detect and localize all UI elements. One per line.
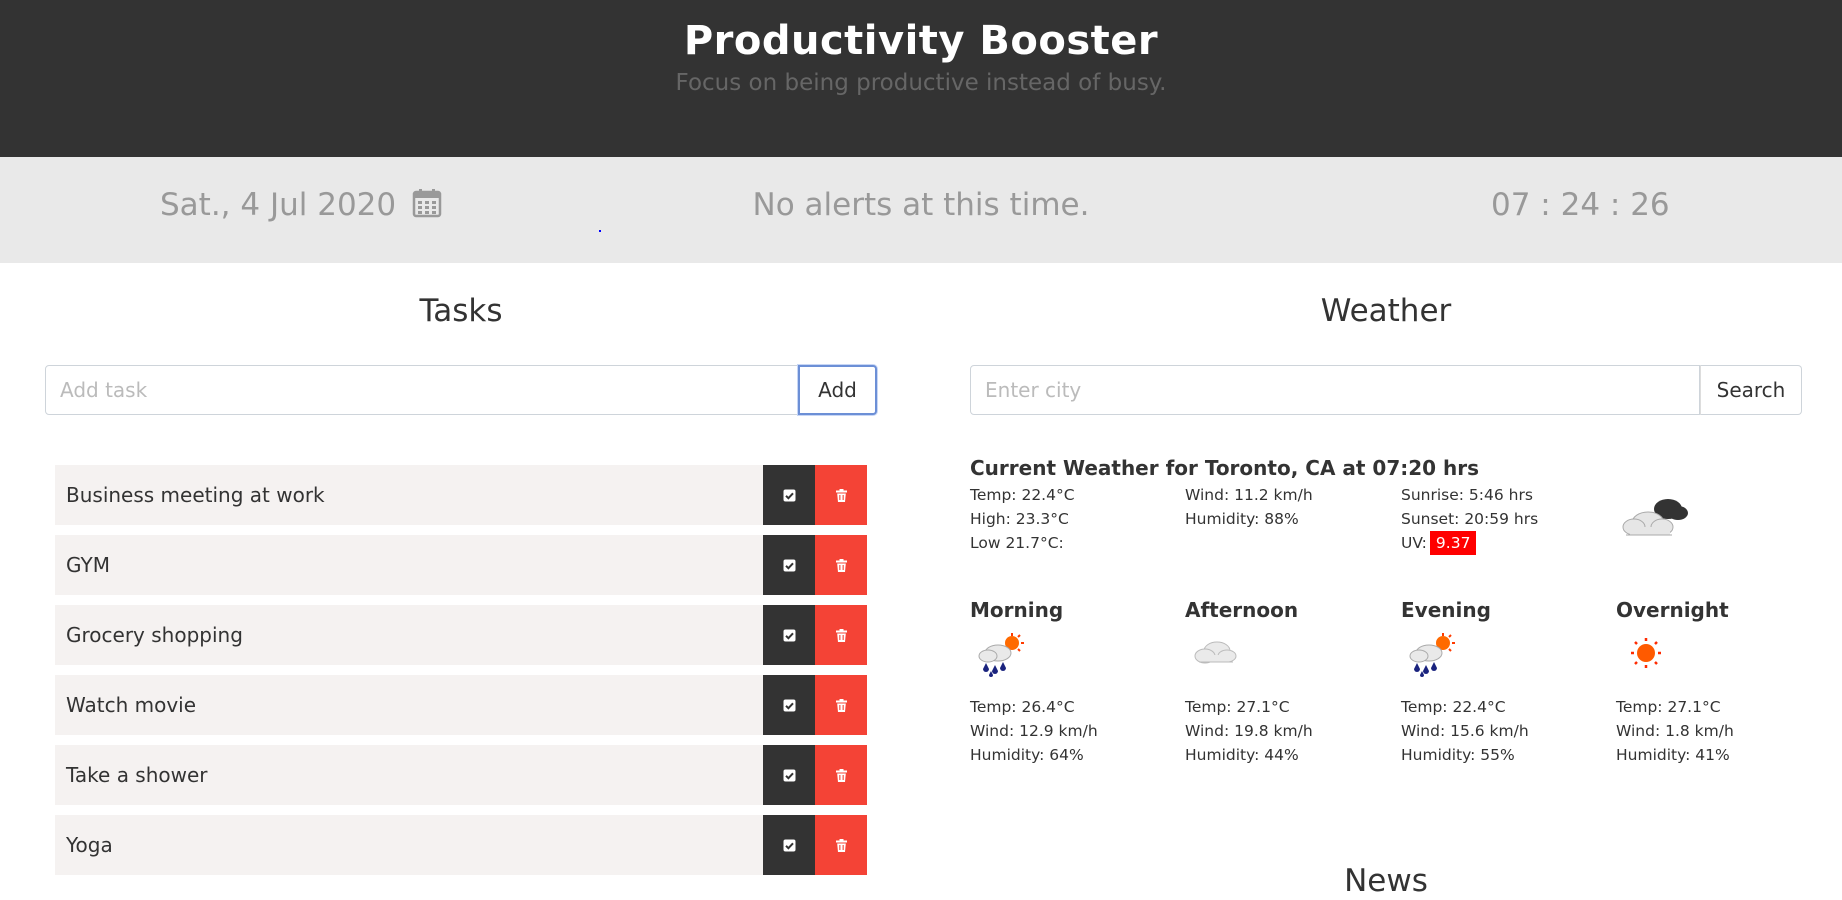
current-sunrise: Sunrise: 5:46 hrs bbox=[1401, 486, 1533, 504]
task-item: GYM bbox=[55, 535, 867, 595]
current-low: Low 21.7°C: bbox=[970, 534, 1064, 552]
period-stats: Temp: 22.4°C Wind: 15.6 km/h Humidity: 5… bbox=[1401, 695, 1529, 767]
delete-task-button[interactable] bbox=[815, 675, 867, 735]
task-list: Business meeting at work GYM Grocery sho… bbox=[55, 465, 867, 885]
complete-task-button[interactable] bbox=[763, 815, 815, 875]
cloudy-night-icon bbox=[1622, 499, 1688, 536]
check-square-icon bbox=[783, 629, 795, 641]
city-search-input[interactable] bbox=[970, 365, 1700, 415]
delete-task-button[interactable] bbox=[815, 815, 867, 875]
task-label: Take a shower bbox=[66, 763, 208, 787]
news-heading: News bbox=[1344, 863, 1428, 899]
info-bar: Sat., 4 Jul 2020 No alerts at this time.… bbox=[0, 157, 1842, 263]
task-item: Take a shower bbox=[55, 745, 867, 805]
period-wind: Wind: 1.8 km/h bbox=[1616, 722, 1734, 740]
trash-icon bbox=[835, 628, 847, 642]
app-header: Productivity Booster Focus on being prod… bbox=[0, 0, 1842, 157]
complete-task-button[interactable] bbox=[763, 605, 815, 665]
period-name: Afternoon bbox=[1185, 598, 1299, 622]
current-weather-title: Current Weather for Toronto, CA at 07:20… bbox=[970, 456, 1480, 480]
check-square-icon bbox=[783, 769, 795, 781]
task-item: Grocery shopping bbox=[55, 605, 867, 665]
task-item: Watch movie bbox=[55, 675, 867, 735]
current-humidity: Humidity: 88% bbox=[1185, 510, 1299, 528]
task-item: Business meeting at work bbox=[55, 465, 867, 525]
period-temp: Temp: 22.4°C bbox=[1401, 698, 1506, 716]
task-label: Business meeting at work bbox=[66, 483, 325, 507]
complete-task-button[interactable] bbox=[763, 675, 815, 735]
rain-sun-icon bbox=[1409, 633, 1455, 677]
delete-task-button[interactable] bbox=[815, 745, 867, 805]
period-stats: Temp: 26.4°C Wind: 12.9 km/h Humidity: 6… bbox=[970, 695, 1098, 767]
task-input-group: Add bbox=[45, 365, 877, 415]
forecast-overnight: Overnight Temp: 27.1°C Wind: 1.8 km/h Hu… bbox=[1616, 598, 1816, 764]
check-square-icon bbox=[783, 839, 795, 851]
cloud-icon bbox=[1194, 641, 1237, 664]
uv-badge: 9.37 bbox=[1429, 531, 1477, 555]
period-wind: Wind: 12.9 km/h bbox=[970, 722, 1098, 740]
complete-task-button[interactable] bbox=[763, 535, 815, 595]
period-wind: Wind: 15.6 km/h bbox=[1401, 722, 1529, 740]
trash-icon bbox=[835, 558, 847, 572]
search-button[interactable]: Search bbox=[1700, 365, 1802, 415]
period-humidity: Humidity: 64% bbox=[970, 746, 1084, 764]
task-label: GYM bbox=[66, 553, 110, 577]
period-stats: Temp: 27.1°C Wind: 1.8 km/h Humidity: 41… bbox=[1616, 695, 1734, 767]
complete-task-button[interactable] bbox=[763, 745, 815, 805]
period-wind: Wind: 19.8 km/h bbox=[1185, 722, 1313, 740]
complete-task-button[interactable] bbox=[763, 465, 815, 525]
trash-icon bbox=[835, 768, 847, 782]
tasks-heading: Tasks bbox=[419, 293, 503, 329]
period-name: Morning bbox=[970, 598, 1064, 622]
add-task-input[interactable] bbox=[45, 365, 798, 415]
current-wind: Wind: 11.2 km/h bbox=[1185, 486, 1313, 504]
period-temp: Temp: 26.4°C bbox=[970, 698, 1075, 716]
period-humidity: Humidity: 44% bbox=[1185, 746, 1299, 764]
current-sun-uv: Sunrise: 5:46 hrs Sunset: 20:59 hrs UV: 9… bbox=[1401, 483, 1538, 555]
period-name: Overnight bbox=[1616, 598, 1729, 622]
period-humidity: Humidity: 41% bbox=[1616, 746, 1730, 764]
forecast-morning: Morning Temp: 26.4°C Wind: 12.9 km/h Hum… bbox=[970, 598, 1170, 764]
period-name: Evening bbox=[1401, 598, 1491, 622]
check-square-icon bbox=[783, 699, 795, 711]
weather-heading: Weather bbox=[1320, 293, 1452, 329]
current-temps: Temp: 22.4°C High: 23.3°C Low 21.7°C: bbox=[970, 483, 1075, 555]
stray-dot bbox=[599, 230, 601, 232]
trash-icon bbox=[835, 698, 847, 712]
period-temp: Temp: 27.1°C bbox=[1616, 698, 1721, 716]
uv-label: UV: bbox=[1401, 534, 1427, 552]
check-square-icon bbox=[783, 559, 795, 571]
trash-icon bbox=[835, 488, 847, 502]
period-humidity: Humidity: 55% bbox=[1401, 746, 1515, 764]
task-item: Yoga bbox=[55, 815, 867, 875]
task-label: Grocery shopping bbox=[66, 623, 243, 647]
current-high: High: 23.3°C bbox=[970, 510, 1069, 528]
task-label: Watch movie bbox=[66, 693, 197, 717]
forecast-evening: Evening Temp: 22.4°C Wind: 15.6 km/h Hum… bbox=[1401, 598, 1601, 764]
current-temp: Temp: 22.4°C bbox=[970, 486, 1075, 504]
task-label: Yoga bbox=[66, 833, 113, 857]
delete-task-button[interactable] bbox=[815, 535, 867, 595]
forecast-afternoon: Afternoon Temp: 27.1°C Wind: 19.8 km/h H… bbox=[1185, 598, 1385, 764]
current-sunset: Sunset: 20:59 hrs bbox=[1401, 510, 1539, 528]
sun-icon bbox=[1631, 638, 1661, 668]
current-wind-humidity: Wind: 11.2 km/h Humidity: 88% bbox=[1185, 483, 1313, 531]
app-subtitle: Focus on being productive instead of bus… bbox=[675, 70, 1167, 96]
period-temp: Temp: 27.1°C bbox=[1185, 698, 1290, 716]
delete-task-button[interactable] bbox=[815, 605, 867, 665]
add-task-button[interactable]: Add bbox=[798, 365, 877, 415]
clock-display: 07 : 24 : 26 bbox=[1491, 187, 1670, 223]
period-stats: Temp: 27.1°C Wind: 19.8 km/h Humidity: 4… bbox=[1185, 695, 1313, 767]
rain-sun-icon bbox=[978, 633, 1024, 677]
trash-icon bbox=[835, 838, 847, 852]
city-input-group: Search bbox=[970, 365, 1802, 415]
app-title: Productivity Booster bbox=[683, 18, 1159, 64]
uv-row: UV: 9.37 bbox=[1401, 531, 1538, 555]
delete-task-button[interactable] bbox=[815, 465, 867, 525]
check-square-icon bbox=[783, 489, 795, 501]
